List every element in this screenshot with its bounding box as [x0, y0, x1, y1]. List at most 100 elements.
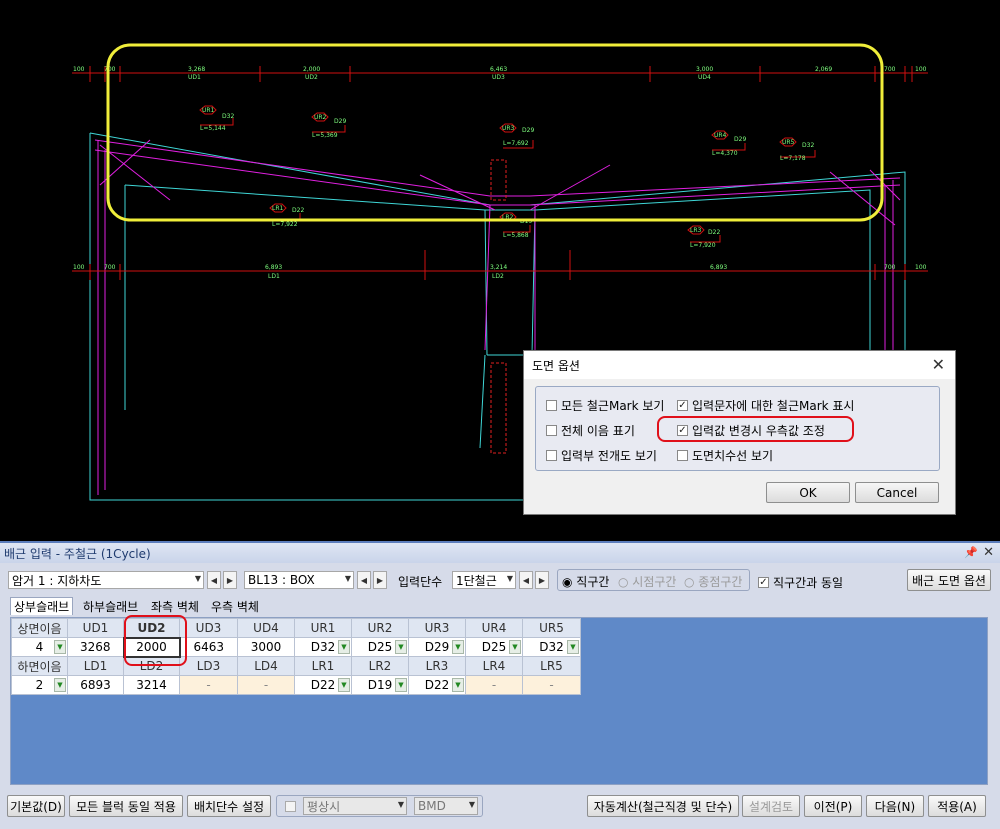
input-stage-select[interactable]: 1단철근 ▼ [452, 571, 516, 589]
cell-lr1[interactable]: D22 ▼ [294, 675, 352, 695]
option-label: 입력부 전개도 보기 [561, 449, 657, 463]
next-button[interactable]: 다음(N) [866, 795, 924, 817]
tab-lower-slab[interactable]: 하부슬래브 [80, 597, 141, 615]
cad-mark-bar: D29 [734, 136, 746, 143]
tab-left-wall[interactable]: 좌측 벽체 [148, 597, 202, 615]
upper-lap-select[interactable]: 4 ▼ [11, 637, 68, 657]
checkbox-icon[interactable] [546, 450, 557, 461]
radio-start[interactable]: ○ 시점구간 [618, 573, 676, 590]
next-stage-button[interactable]: ▶ [535, 571, 549, 589]
header-cell: 하면이음 [11, 656, 68, 676]
chevron-down-icon[interactable]: ▼ [338, 640, 350, 654]
cell-ur1[interactable]: D32 ▼ [294, 637, 352, 657]
cad-mark-length: L=7,692 [503, 140, 529, 147]
option-dimension-lines[interactable]: 도면치수선 보기 [677, 447, 773, 464]
next-section-button[interactable]: ▶ [373, 571, 387, 589]
chevron-down-icon[interactable]: ▼ [338, 678, 350, 692]
input-stage-label: 입력단수 [398, 575, 443, 589]
tab-upper-slab[interactable]: 상부슬래브 [10, 597, 74, 615]
cancel-button[interactable]: Cancel [855, 482, 939, 503]
option-all-marks[interactable]: 모든 철근Mark 보기 [546, 397, 664, 414]
cad-mark-bar: D29 [334, 118, 346, 125]
apply-all-blocks-button[interactable]: 모든 블럭 동일 적용 [69, 795, 183, 817]
radio-straight[interactable]: ◉ 직구간 [562, 573, 609, 590]
cad-dim-text: 100 [73, 264, 85, 271]
cad-dim-text: 700 [884, 66, 896, 73]
prev-stage-button[interactable]: ◀ [519, 571, 533, 589]
section-radio-group: ◉ 직구간 ○ 시점구간 ○ 종점구간 [557, 569, 750, 591]
chevron-down-icon[interactable]: ▼ [195, 574, 201, 583]
load-state-select[interactable]: 평상시 ▼ [303, 797, 407, 815]
checkbox-checked-icon[interactable]: ✓ [677, 400, 688, 411]
same-as-straight-checkbox[interactable]: ✓ 직구간과 동일 [758, 574, 843, 591]
cell-ld2[interactable]: 3214 [123, 675, 180, 695]
header-cell: LR3 [408, 656, 466, 676]
header-cell: LR1 [294, 656, 352, 676]
cell-ur2[interactable]: D25 ▼ [351, 637, 409, 657]
cell-ud3[interactable]: 6463 [179, 637, 238, 657]
tab-right-wall[interactable]: 우측 벽체 [208, 597, 262, 615]
option-label: 도면치수선 보기 [692, 449, 774, 463]
radio-label: 종점구간 [698, 575, 743, 589]
prev-button[interactable]: 이전(P) [804, 795, 862, 817]
table-row: 상면이음 UD1 UD2 UD3 UD4 UR1 UR2 UR3 UR4 UR5 [11, 618, 581, 638]
section-select[interactable]: BL13 : BOX ▼ [244, 571, 354, 589]
cell-ud4[interactable]: 3000 [237, 637, 295, 657]
stage-setting-button[interactable]: 배치단수 설정 [187, 795, 271, 817]
block-select[interactable]: 암거 1 : 지하차도 ▼ [8, 571, 204, 589]
chevron-down-icon[interactable]: ▼ [54, 640, 66, 654]
checkbox-icon[interactable] [677, 450, 688, 461]
table-row: 4 ▼ 3268 2000 6463 3000 D32 ▼ D25 ▼ D29 ▼ D2… [11, 636, 581, 658]
checkbox-icon[interactable] [546, 425, 557, 436]
ok-button[interactable]: OK [766, 482, 850, 503]
checkbox-label: 직구간과 동일 [773, 576, 844, 590]
auto-calc-button[interactable]: 자동계산(철근직경 및 단수) [587, 795, 739, 817]
chevron-down-icon[interactable]: ▼ [507, 574, 513, 583]
dialog-titlebar[interactable]: 도면 옵션 ✕ [524, 351, 955, 379]
chevron-down-icon[interactable]: ▼ [345, 574, 351, 583]
chevron-down-icon[interactable]: ▼ [452, 640, 464, 654]
checkbox-icon[interactable] [285, 801, 296, 812]
drawing-options-button[interactable]: 배근 도면 옵션 [907, 569, 991, 591]
header-cell: UD3 [179, 618, 238, 638]
lower-lap-select[interactable]: 2 ▼ [11, 675, 68, 695]
chevron-down-icon[interactable]: ▼ [395, 640, 407, 654]
cell-ur5[interactable]: D32 ▼ [522, 637, 581, 657]
option-input-development[interactable]: 입력부 전개도 보기 [546, 447, 657, 464]
close-icon[interactable]: ✕ [983, 545, 994, 560]
chevron-down-icon[interactable]: ▼ [54, 678, 66, 692]
checkbox-checked-icon[interactable]: ✓ [758, 577, 769, 588]
cell-lr3[interactable]: D22 ▼ [408, 675, 466, 695]
cell-value: D19 [367, 678, 393, 692]
prev-section-button[interactable]: ◀ [357, 571, 371, 589]
default-button[interactable]: 기본값(D) [7, 795, 65, 817]
apply-button[interactable]: 적용(A) [928, 795, 986, 817]
cell-ur4[interactable]: D25 ▼ [465, 637, 523, 657]
cad-mark-length: L=7,922 [272, 221, 298, 228]
pin-icon[interactable]: 📌 [964, 546, 978, 559]
close-icon[interactable]: ✕ [932, 355, 945, 374]
cad-dim-text: 100 [73, 66, 85, 73]
cell-ur3[interactable]: D29 ▼ [408, 637, 466, 657]
chevron-down-icon[interactable]: ▼ [469, 800, 475, 809]
bmd-select[interactable]: BMD ▼ [414, 797, 478, 815]
cell-ld1[interactable]: 6893 [67, 675, 124, 695]
chevron-down-icon[interactable]: ▼ [452, 678, 464, 692]
checkbox-icon[interactable] [546, 400, 557, 411]
cell-value: D29 [424, 640, 450, 654]
option-all-laps[interactable]: 전체 이음 표기 [546, 422, 635, 439]
cad-mark-id: UR1 [202, 107, 215, 114]
chevron-down-icon[interactable]: ▼ [395, 678, 407, 692]
chevron-down-icon[interactable]: ▼ [398, 800, 404, 809]
cell-lr2[interactable]: D19 ▼ [351, 675, 409, 695]
radio-end[interactable]: ○ 종점구간 [684, 573, 742, 590]
cad-dim-text: 6,893 [265, 264, 282, 271]
cell-ud1[interactable]: 3268 [67, 637, 124, 657]
next-block-button[interactable]: ▶ [223, 571, 237, 589]
prev-block-button[interactable]: ◀ [207, 571, 221, 589]
cad-dim-text: 2,069 [815, 66, 832, 73]
chevron-down-icon[interactable]: ▼ [567, 640, 579, 654]
cad-mark-length: L=5,369 [312, 132, 338, 139]
chevron-down-icon[interactable]: ▼ [509, 640, 521, 654]
option-input-marks[interactable]: ✓ 입력문자에 대한 철근Mark 표시 [677, 397, 854, 414]
